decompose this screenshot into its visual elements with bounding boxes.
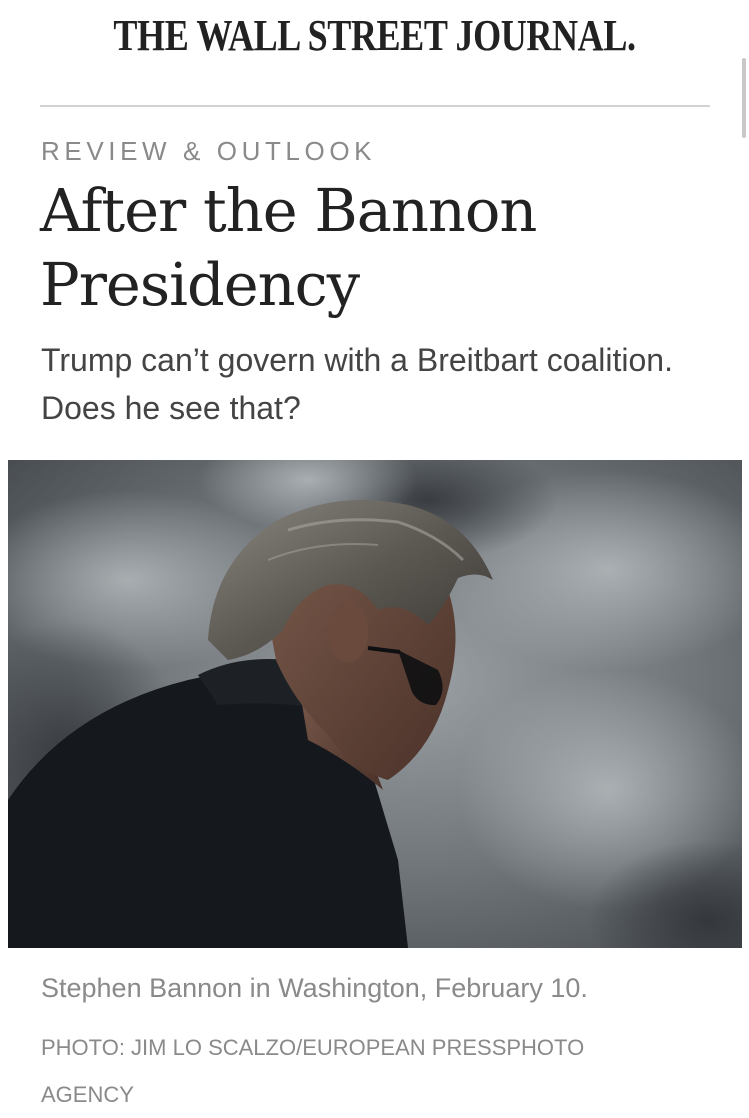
masthead-logo[interactable]: THE WALL STREET JOURNAL. [67, 10, 681, 61]
photo-credit: PHOTO: JIM LO SCALZO/EUROPEAN PRESSPHOTO… [41, 1035, 585, 1107]
article-headline: After the Bannon Presidency [40, 176, 537, 319]
photo-caption: Stephen Bannon in Washington, February 1… [41, 973, 588, 1003]
section-label[interactable]: REVIEW & OUTLOOK [41, 136, 376, 167]
header-divider [40, 105, 710, 107]
article-photo [8, 460, 742, 948]
article-dek: Trump can’t govern with a Breitbart coal… [41, 342, 673, 426]
scrollbar[interactable] [742, 58, 746, 138]
